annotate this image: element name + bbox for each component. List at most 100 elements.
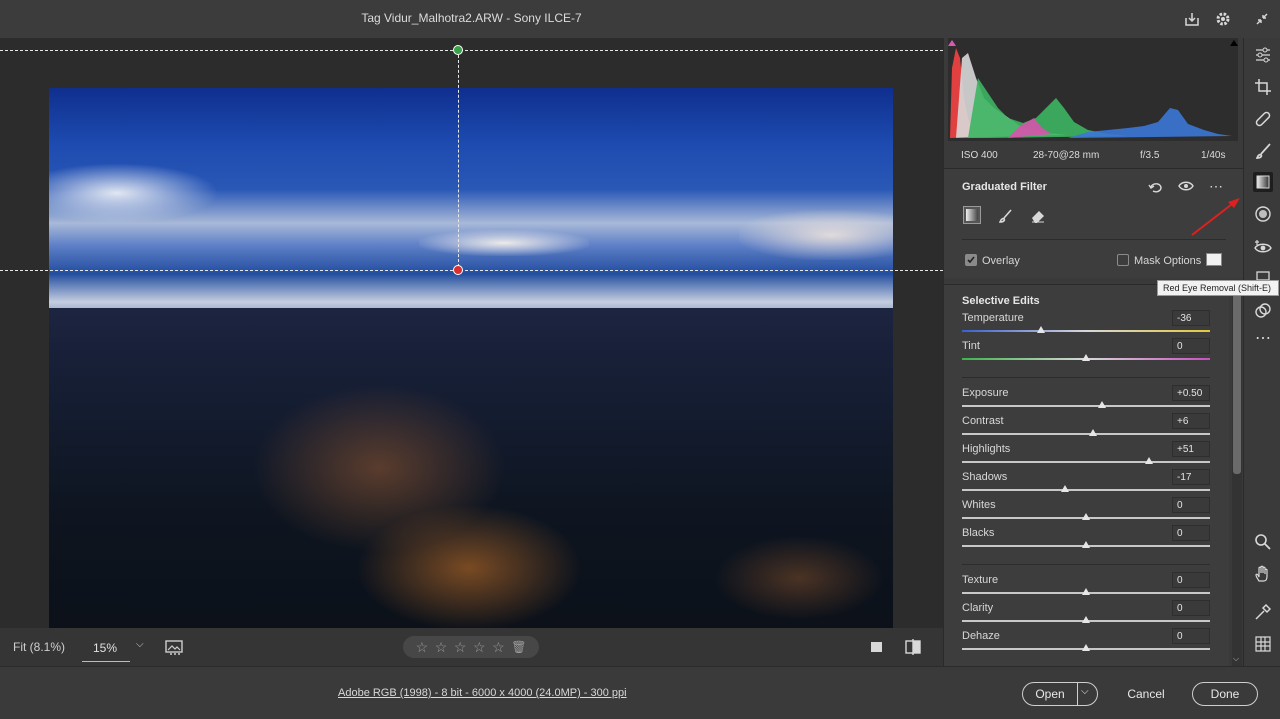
gradient-start-pin[interactable] [453,45,463,55]
blacks-slider[interactable]: Blacks 0 [962,525,1210,555]
highlights-track[interactable] [962,461,1210,463]
fullscreen-icon[interactable] [868,638,886,661]
red-eye-icon[interactable] [1253,237,1273,257]
annotation-arrow [1191,198,1240,236]
temperature-track[interactable] [962,330,1210,332]
blacks-thumb[interactable] [1082,541,1090,548]
healing-icon[interactable] [1253,109,1273,129]
exposure-thumb[interactable] [1097,401,1106,408]
shadows-value-field[interactable]: -17 [1172,469,1210,485]
image-canvas[interactable] [0,38,943,651]
highlights-slider[interactable]: Highlights +51 [962,441,1210,471]
histogram[interactable] [948,38,1238,141]
highlights-value-field[interactable]: +51 [1172,441,1210,457]
contrast-value-field[interactable]: +6 [1172,413,1210,429]
star-icon[interactable]: ☆ [473,639,486,656]
texture-value-field[interactable]: 0 [1172,572,1210,588]
mask-options-checkbox[interactable] [1117,254,1129,266]
edit-sliders-icon[interactable] [1253,45,1273,65]
shadows-track[interactable] [962,489,1210,491]
shadows-slider[interactable]: Shadows -17 [962,469,1210,499]
crop-icon[interactable] [1253,77,1273,97]
star-icon[interactable]: ☆ [454,639,467,656]
visibility-icon[interactable] [1177,177,1195,195]
graduated-filter-icon[interactable] [1253,172,1273,192]
highlights-thumb[interactable] [1145,457,1154,464]
more-options-icon[interactable]: ⋯ [1207,177,1225,195]
gradient-end-pin[interactable] [453,265,463,275]
whites-slider[interactable]: Whites 0 [962,497,1210,527]
workflow-options-link[interactable]: Adobe RGB (1998) - 8 bit - 6000 x 4000 (… [338,687,627,699]
gear-icon[interactable] [1212,8,1234,30]
temperature-thumb[interactable] [1037,326,1046,333]
shadows-thumb[interactable] [1060,485,1069,492]
exposure-slider[interactable]: Exposure +0.50 [962,385,1210,415]
contrast-track[interactable] [962,433,1210,435]
photo-preview[interactable] [49,88,893,651]
tint-slider[interactable]: Tint 0 [962,338,1210,368]
tint-thumb[interactable] [1082,354,1090,361]
presets-icon[interactable] [1253,301,1273,321]
zoom-icon[interactable] [1253,532,1273,552]
whites-thumb[interactable] [1082,513,1090,520]
mask-color-swatch[interactable] [1206,253,1222,266]
contrast-slider[interactable]: Contrast +6 [962,413,1210,443]
exposure-track[interactable] [962,405,1210,407]
done-button[interactable]: Done [1192,682,1258,706]
zoom-select[interactable]: 15% [82,638,130,662]
cancel-button[interactable]: Cancel [1118,682,1174,706]
open-button[interactable]: Open ⌵ [1022,682,1098,706]
reset-icon[interactable] [1147,177,1165,195]
star-icon[interactable]: ☆ [492,639,505,656]
trash-icon[interactable]: 🗑 [511,640,526,654]
star-rating[interactable]: ☆ ☆ ☆ ☆ ☆ 🗑 [403,636,539,658]
camera-info-bar: ISO 400 28-70@28 mm f/3.5 1/40s [944,143,1244,167]
contrast-thumb[interactable] [1089,429,1098,436]
fit-zoom-label[interactable]: Fit (8.1%) [13,640,65,654]
tint-value-field[interactable]: 0 [1172,338,1210,354]
whites-value-field[interactable]: 0 [1172,497,1210,513]
more-icon[interactable]: ⋯ [1253,328,1273,348]
overlay-checkbox[interactable] [965,254,977,266]
save-icon[interactable] [1181,8,1203,30]
hand-icon[interactable] [1253,564,1273,584]
brush-mask-icon[interactable] [996,207,1014,225]
chevron-down-icon[interactable]: ⌵ [1081,686,1089,697]
sampler-icon[interactable] [1253,602,1273,622]
gradient-end-line[interactable] [0,270,943,271]
before-after-icon[interactable] [903,638,923,661]
star-icon[interactable]: ☆ [435,639,448,656]
collapse-icon[interactable] [1251,8,1273,30]
iso-label: ISO 400 [961,150,998,161]
clarity-value-field[interactable]: 0 [1172,600,1210,616]
temperature-slider[interactable]: Temperature -36 [962,310,1210,340]
filmstrip-icon[interactable] [164,638,186,661]
new-gradient-icon[interactable] [963,206,981,224]
blacks-value-field[interactable]: 0 [1172,525,1210,541]
window-title: Tag Vidur_Malhotra2.ARW - Sony ILCE-7 [361,11,582,25]
photo-cityscape [49,308,893,651]
shadows-label: Shadows [962,471,1008,483]
tool-rail: ⋯ [1243,38,1280,666]
temperature-value-field[interactable]: -36 [1172,310,1210,326]
scroll-thumb[interactable] [1233,292,1241,474]
exposure-value-field[interactable]: +0.50 [1172,385,1210,401]
clarity-thumb[interactable] [1082,616,1090,623]
dehaze-value-field[interactable]: 0 [1172,628,1210,644]
divider [1077,683,1078,705]
star-icon[interactable]: ☆ [416,639,429,656]
chevron-down-icon[interactable]: ⌵ [1233,654,1239,664]
clarity-slider[interactable]: Clarity 0 [962,600,1210,630]
dehaze-slider[interactable]: Dehaze 0 [962,628,1210,658]
dehaze-thumb[interactable] [1082,644,1090,651]
texture-slider[interactable]: Texture 0 [962,572,1210,602]
grid-icon[interactable] [1253,634,1273,654]
texture-thumb[interactable] [1082,588,1090,595]
brush-icon[interactable] [1253,141,1273,161]
panel-scrollbar[interactable]: ⌵ [1232,288,1242,666]
gradient-start-line[interactable] [0,50,943,51]
eraser-icon[interactable] [1029,207,1047,225]
radial-filter-icon[interactable] [1253,204,1273,224]
chevron-down-icon[interactable]: ⌵ [136,639,144,650]
gradient-center-line[interactable] [458,50,459,272]
